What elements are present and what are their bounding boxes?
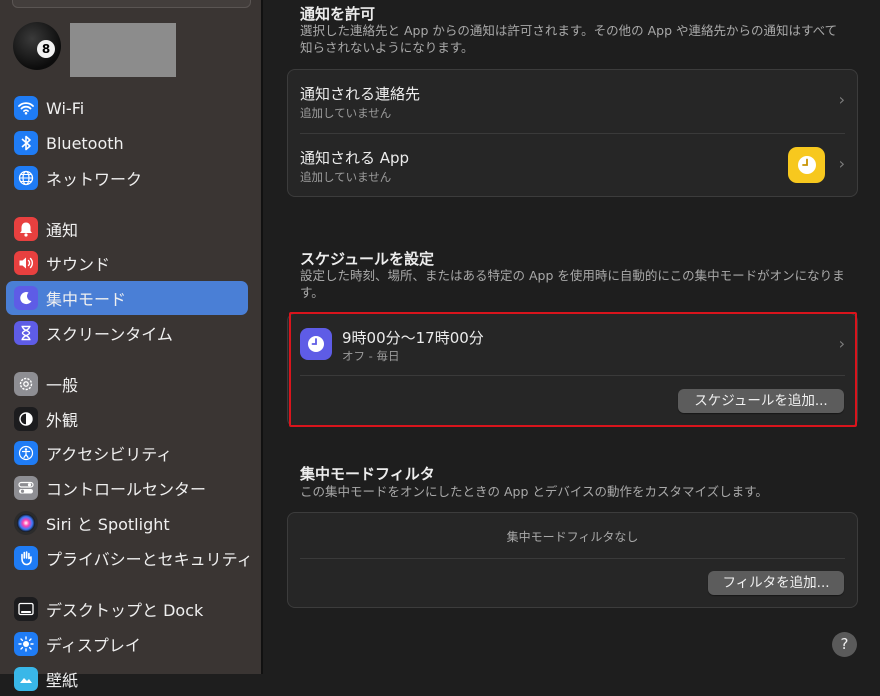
chevron-right-icon: › bbox=[838, 90, 845, 109]
allowed-contacts-row[interactable]: 通知される連絡先 追加していません › bbox=[288, 70, 857, 133]
sidebar-item-desktop-dock[interactable]: デスクトップと Dock bbox=[6, 592, 248, 626]
sidebar-item-label: 集中モード bbox=[46, 290, 127, 309]
allowed-list-card: 通知される連絡先 追加していません › 通知される App 追加していません › bbox=[287, 69, 858, 197]
sidebar-item-siri-spotlight[interactable]: Siri と Spotlight bbox=[6, 506, 248, 540]
sidebar-item-label: コントロールセンター bbox=[46, 480, 207, 499]
toggles-icon bbox=[14, 476, 38, 500]
gear-icon bbox=[14, 372, 38, 396]
clock-icon bbox=[788, 147, 825, 183]
hand-icon bbox=[14, 546, 38, 570]
sidebar-item-displays[interactable]: ディスプレイ bbox=[6, 627, 248, 661]
bell-icon bbox=[14, 217, 38, 241]
help-button[interactable]: ? bbox=[832, 632, 857, 657]
sidebar-item-bluetooth[interactable]: Bluetooth bbox=[6, 126, 248, 160]
sidebar-item-label: Bluetooth bbox=[46, 133, 124, 153]
chevron-right-icon: › bbox=[838, 154, 845, 173]
schedule-title: スケジュールを設定 bbox=[300, 250, 434, 268]
focus-settings-pane: 通知を許可 選択した連絡先と App からの通知は許可されます。その他の App… bbox=[263, 0, 880, 674]
wallpaper-icon bbox=[14, 667, 38, 691]
sidebar-item-label: ネットワーク bbox=[46, 170, 143, 189]
sidebar-item-accessibility[interactable]: アクセシビリティ bbox=[6, 436, 248, 470]
focus-filters-desc: この集中モードをオンにしたときの App とデバイスの動作をカスタマイズします。 bbox=[300, 484, 768, 499]
sun-icon bbox=[14, 632, 38, 656]
allowed-contacts-title: 通知される連絡先 bbox=[300, 85, 421, 103]
schedule-desc: 設定した時刻、場所、またはある特定の App を使用時に自動的にこの集中モードが… bbox=[300, 268, 845, 300]
row-divider bbox=[300, 558, 845, 559]
dock-icon bbox=[14, 597, 38, 621]
sidebar-item-label: 一般 bbox=[46, 376, 79, 395]
sidebar-item-label: プライバシーとセキュリティ bbox=[46, 550, 253, 569]
allowed-contacts-sub: 追加していません bbox=[300, 106, 392, 120]
sidebar-item-label: Siri と Spotlight bbox=[46, 515, 170, 534]
sidebar-item-privacy-security[interactable]: プライバシーとセキュリティ bbox=[6, 541, 253, 575]
sidebar-item-label: スクリーンタイム bbox=[46, 325, 173, 344]
sidebar-item-screen-time[interactable]: スクリーンタイム bbox=[6, 316, 248, 350]
sidebar-item-label: アクセシビリティ bbox=[46, 445, 173, 464]
sidebar-item-wifi[interactable]: Wi-Fi bbox=[6, 91, 248, 125]
sidebar-item-network[interactable]: ネットワーク bbox=[6, 161, 248, 195]
siri-icon bbox=[14, 511, 38, 535]
avatar-eight-ball: 8 bbox=[37, 40, 55, 58]
account-name-redacted[interactable] bbox=[70, 23, 176, 77]
sidebar-item-control-center[interactable]: コントロールセンター bbox=[6, 471, 248, 505]
wifi-icon bbox=[14, 96, 38, 120]
highlight-box bbox=[289, 312, 857, 427]
sidebar-item-label: 壁紙 bbox=[46, 671, 79, 690]
sidebar-item-general[interactable]: 一般 bbox=[6, 367, 248, 401]
sidebar-item-sound[interactable]: サウンド bbox=[6, 246, 248, 280]
hourglass-icon bbox=[14, 321, 38, 345]
accessibility-icon bbox=[14, 441, 38, 465]
moon-icon bbox=[14, 286, 38, 310]
focus-filters-card: 集中モードフィルタなし フィルタを追加... bbox=[287, 512, 858, 608]
sidebar-item-focus[interactable]: 集中モード bbox=[6, 281, 248, 315]
sidebar-item-appearance[interactable]: 外観 bbox=[6, 402, 248, 436]
no-filters-label: 集中モードフィルタなし bbox=[506, 530, 639, 544]
sidebar-item-wallpaper[interactable]: 壁紙 bbox=[6, 662, 248, 696]
sidebar-item-label: 通知 bbox=[46, 221, 79, 240]
sidebar-item-label: 外観 bbox=[46, 411, 79, 430]
avatar[interactable]: 8 bbox=[13, 22, 61, 70]
sidebar-item-notifications[interactable]: 通知 bbox=[6, 212, 248, 246]
sidebar-item-label: デスクトップと Dock bbox=[46, 601, 204, 620]
add-filter-button[interactable]: フィルタを追加... bbox=[708, 571, 844, 595]
sidebar-item-label: ディスプレイ bbox=[46, 636, 141, 655]
speaker-icon bbox=[14, 251, 38, 275]
focus-filters-title: 集中モードフィルタ bbox=[300, 465, 435, 483]
sidebar: 8 Wi-Fi Bluetooth ネットワーク 通知 サウンド 集中モード ス… bbox=[0, 0, 261, 691]
bluetooth-icon bbox=[14, 131, 38, 155]
allow-notifications-title: 通知を許可 bbox=[300, 5, 376, 23]
search-field[interactable] bbox=[12, 0, 251, 8]
allowed-apps-row[interactable]: 通知される App 追加していません › bbox=[288, 134, 857, 196]
sidebar-item-label: Wi-Fi bbox=[46, 98, 85, 118]
appearance-icon bbox=[14, 407, 38, 431]
allowed-apps-sub: 追加していません bbox=[300, 170, 392, 184]
allow-notifications-desc: 選択した連絡先と App からの通知は許可されます。その他の App や連絡先か… bbox=[300, 23, 838, 55]
sidebar-item-label: サウンド bbox=[46, 255, 111, 274]
globe-icon bbox=[14, 166, 38, 190]
allowed-apps-title: 通知される App bbox=[300, 149, 410, 167]
